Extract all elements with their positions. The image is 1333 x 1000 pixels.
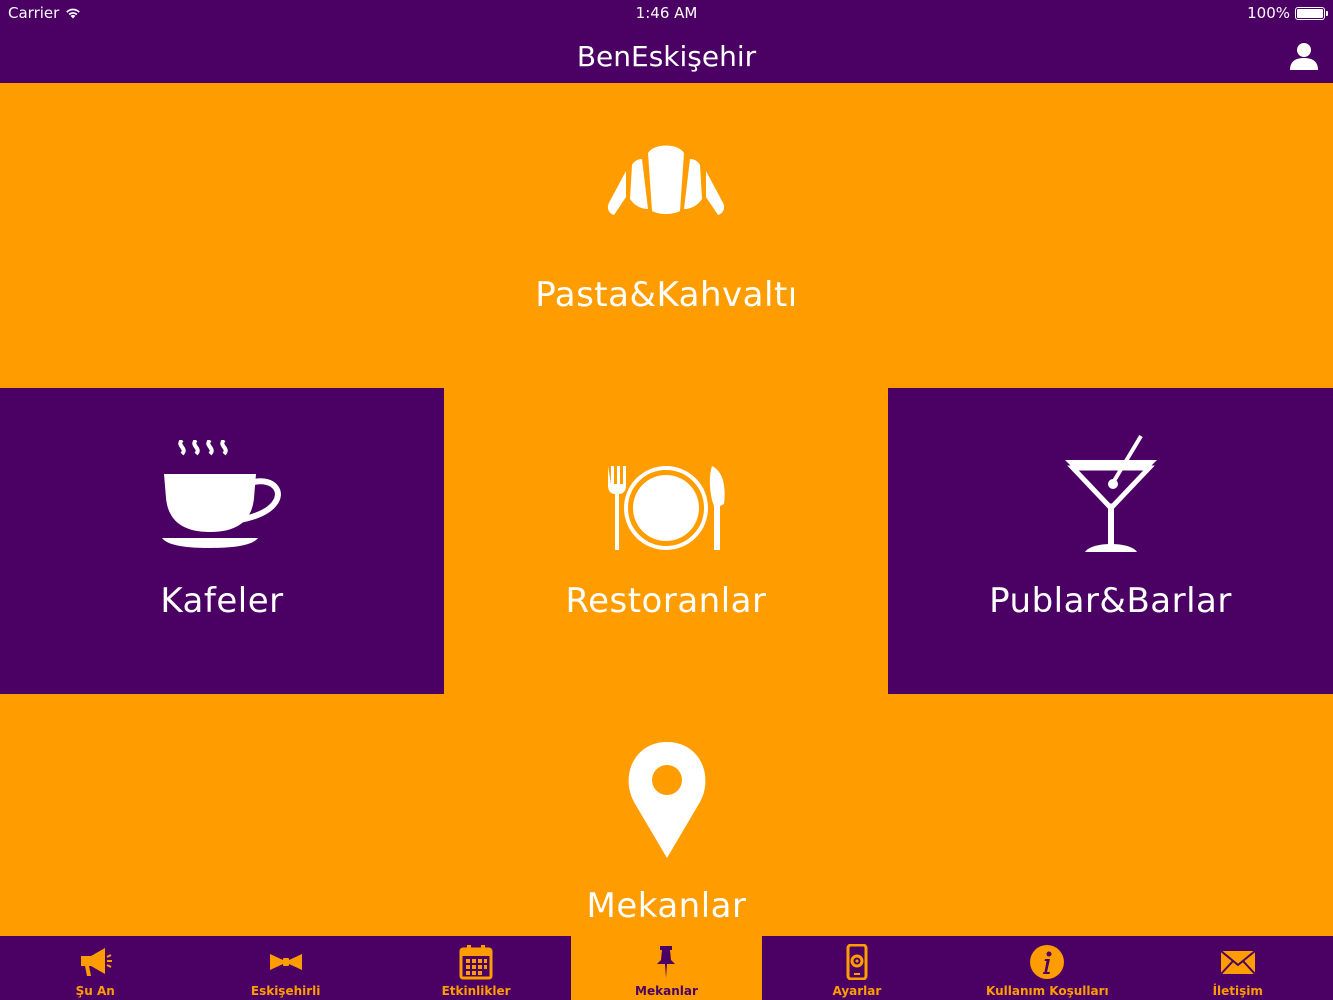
tile-label: Kafeler xyxy=(160,581,284,621)
phone-settings-icon xyxy=(846,944,868,980)
tab-eskisehirli[interactable]: Eskişehirli xyxy=(190,936,380,1000)
status-time: 1:46 AM xyxy=(635,4,698,22)
tab-label: Kullanım Koşulları xyxy=(985,984,1109,998)
tile-mekanlar[interactable]: Mekanlar xyxy=(0,694,1333,936)
tab-mekanlar[interactable]: Mekanlar xyxy=(571,936,762,1000)
tab-label: Ayarlar xyxy=(832,984,882,998)
user-icon[interactable] xyxy=(1289,42,1319,70)
coffee-cup-icon xyxy=(162,440,281,548)
tile-label: Restoranlar xyxy=(565,581,767,621)
battery-icon xyxy=(1295,6,1328,20)
tile-restoranlar[interactable]: Restoranlar xyxy=(444,388,888,694)
info-icon xyxy=(1030,945,1065,979)
tile-publar-barlar[interactable]: Publar&Barlar xyxy=(888,388,1333,694)
tile-kafeler[interactable]: Kafeler xyxy=(0,388,444,694)
envelope-icon xyxy=(1219,950,1256,975)
tab-label: Mekanlar xyxy=(635,984,698,998)
tab-ayarlar[interactable]: Ayarlar xyxy=(762,936,952,1000)
status-battery: 100% xyxy=(1247,4,1328,22)
megaphone-icon xyxy=(81,948,113,976)
battery-percent: 100% xyxy=(1247,4,1290,22)
tile-label: Publar&Barlar xyxy=(989,581,1232,621)
tab-label: İletişim xyxy=(1212,984,1263,998)
plate-cutlery-icon xyxy=(608,466,725,550)
tile-pasta-kahvalti[interactable]: Pasta&Kahvaltı xyxy=(0,83,1333,388)
tile-label: Pasta&Kahvaltı xyxy=(535,275,798,315)
croissant-icon xyxy=(607,145,725,215)
pin-icon xyxy=(657,946,676,978)
tab-label: Şu An xyxy=(75,984,115,998)
tile-label: Mekanlar xyxy=(586,886,747,926)
top-bar: Carrier 1:46 AM 100% BenEskişehir xyxy=(0,0,1333,83)
tab-kullanim-kosullari[interactable]: Kullanım Koşulları xyxy=(952,936,1142,1000)
tab-label: Eskişehirli xyxy=(250,984,321,998)
calendar-icon xyxy=(459,945,493,980)
cocktail-icon xyxy=(1065,434,1157,552)
tab-bar: Şu An Eskişehirli Etkinlikler Mekanlar A… xyxy=(0,936,1333,1000)
tab-iletisim[interactable]: İletişim xyxy=(1143,936,1333,1000)
tab-label: Etkinlikler xyxy=(441,984,511,998)
bowtie-icon xyxy=(269,954,302,970)
page-title: BenEskişehir xyxy=(576,40,757,73)
map-pin-icon xyxy=(628,742,706,858)
tab-su-an[interactable]: Şu An xyxy=(0,936,190,1000)
tab-etkinlikler[interactable]: Etkinlikler xyxy=(381,936,571,1000)
